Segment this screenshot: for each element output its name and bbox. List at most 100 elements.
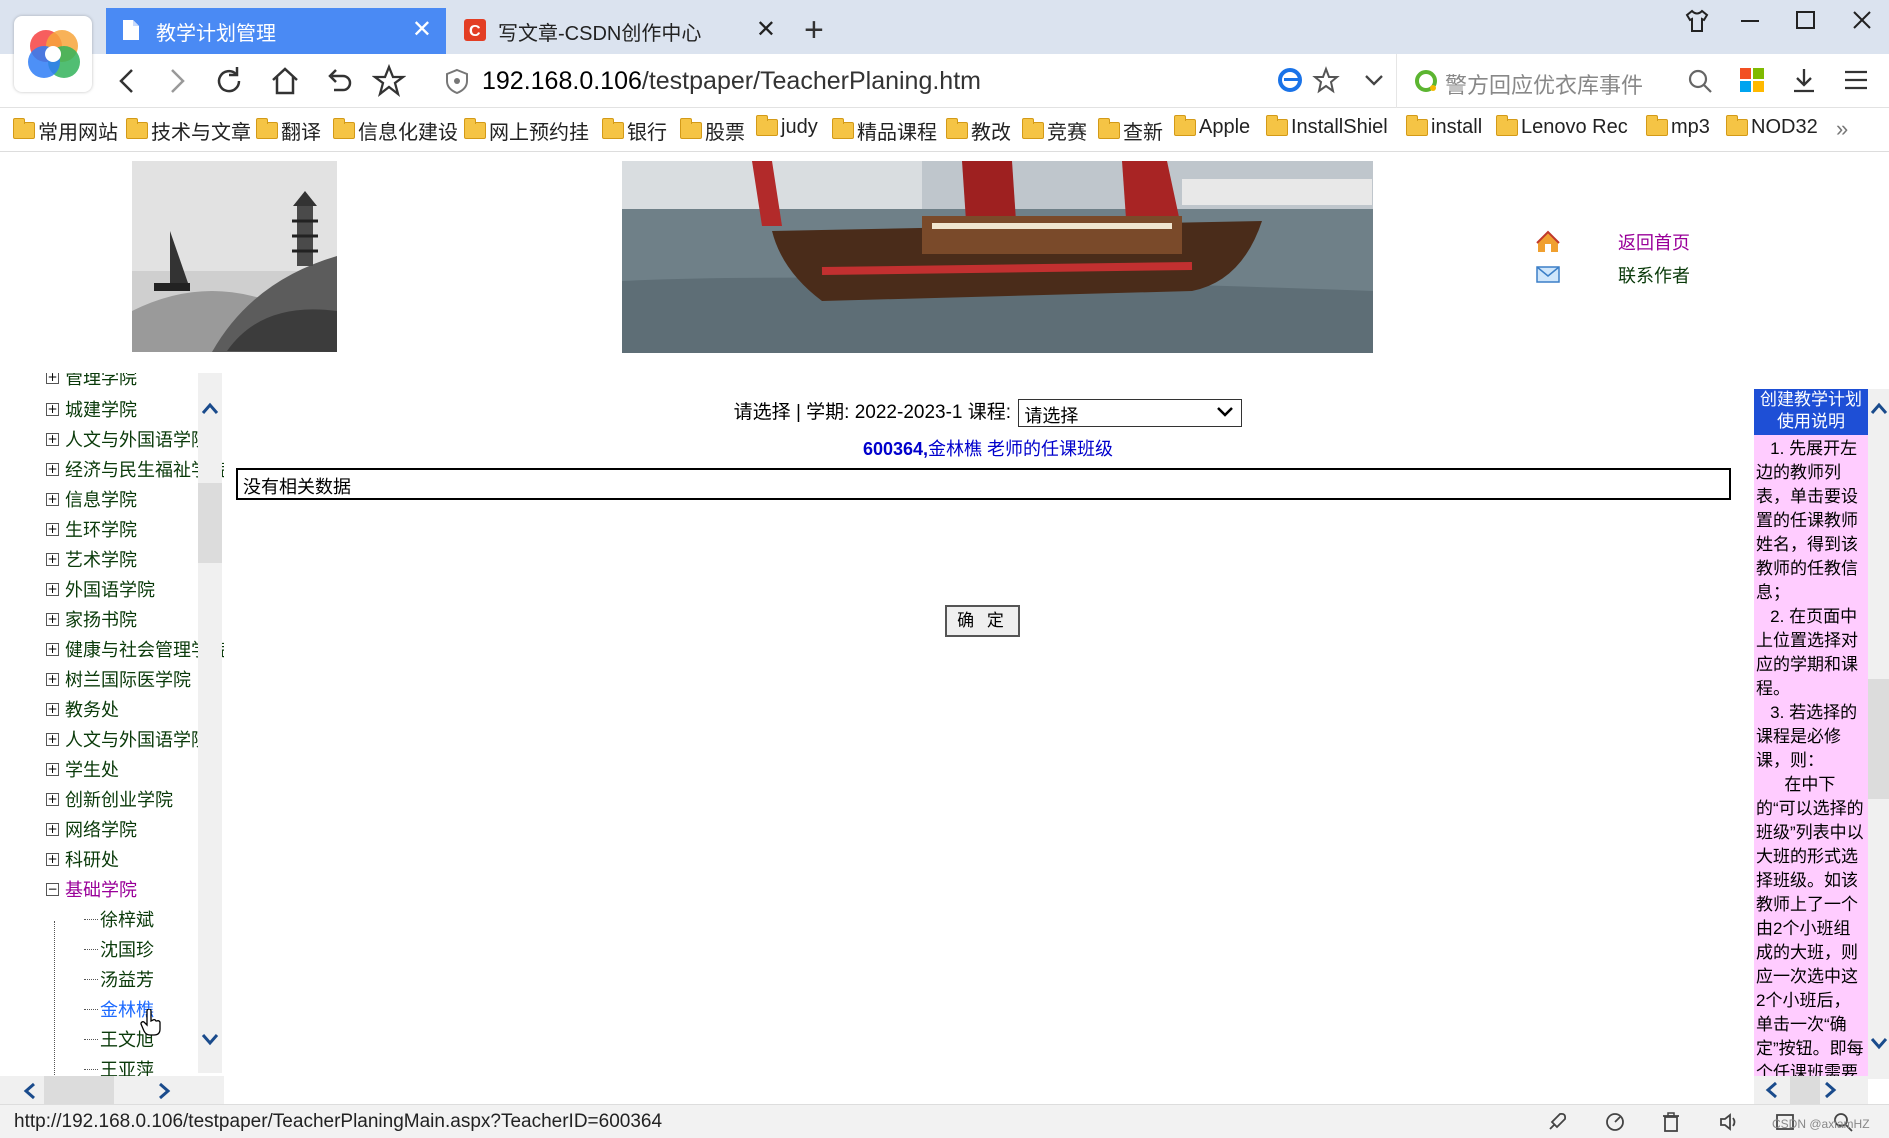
folder-icon [13,118,35,139]
tree-item-college[interactable]: + 树兰国际医学院 [46,667,191,691]
tree-item-teacher[interactable]: 汤益芳 [84,967,154,991]
menu-icon[interactable] [1842,66,1876,100]
chevron-down-icon [201,1034,219,1046]
left-horizontal-scrollbar[interactable] [0,1076,224,1106]
folder-icon [602,118,624,139]
tree-item-college[interactable]: + 艺术学院 [46,547,137,571]
browser-logo-icon[interactable] [14,16,92,92]
course-select[interactable]: 请选择 [1018,398,1243,427]
tree-item-college[interactable]: + 城建学院 [46,397,137,421]
home-icon[interactable] [268,64,302,98]
bookmark-folder[interactable]: 翻译 [256,116,321,145]
close-icon[interactable]: ✕ [756,17,776,43]
tree-item-college[interactable]: + 学生处 [46,757,119,781]
rocket-icon[interactable] [1546,1111,1568,1138]
scroll-thumb[interactable] [1868,679,1889,799]
bookmark-folder[interactable]: 查新 [1098,116,1163,145]
tree-item-teacher[interactable]: 沈国珍 [84,937,154,961]
bookmark-folder[interactable]: Apple [1174,115,1250,139]
bookmark-folder[interactable]: 精品课程 [832,116,937,145]
chevron-right-icon [159,1082,171,1100]
tab-csdn[interactable]: C 写文章-CSDN创作中心 ✕ [448,8,790,54]
folder-icon [1266,115,1288,136]
tree-item-college[interactable]: + 家扬书院 [46,607,137,631]
bookmark-folder[interactable]: 竞赛 [1022,116,1087,145]
teacher-tree-panel: + 管理学院 + 城建学院 + 人文与外国语学院 + 经济与民生福祉学院 + 信息学院 +… [0,373,224,1103]
chevron-up-icon [1870,402,1888,414]
bookmark-folder[interactable]: Lenovo Rec [1496,115,1628,139]
folder-icon [1496,115,1518,136]
undo-icon[interactable] [322,64,356,98]
security-shield-icon[interactable] [444,68,478,102]
forward-icon[interactable] [160,64,194,98]
tree-item-college[interactable]: + 管理学院 [46,373,137,389]
right-vertical-scrollbar[interactable] [1868,389,1889,1079]
hand-cursor-icon [140,1008,162,1042]
favorite-star-icon[interactable] [371,63,407,98]
bookmark-folder[interactable]: InstallShiel [1266,115,1388,139]
chevron-down-icon [1870,1038,1888,1050]
navigation-bar: 192.168.0.106/testpaper/TeacherPlaning.h… [0,54,1889,108]
tree-item-college[interactable]: + 科研处 [46,847,119,871]
search-input[interactable]: 警方回应优衣库事件 [1445,68,1643,100]
bookmark-star-icon[interactable] [1312,66,1346,100]
bookmark-folder[interactable]: 技术与文章 [126,116,251,145]
bookmark-folder[interactable]: install [1406,115,1482,139]
scroll-thumb[interactable] [1790,1076,1820,1104]
term-course-selector: 请选择 | 学期: 2022-2023-1 课程: 请选择 [224,397,1752,427]
bookmark-folder[interactable]: mp3 [1646,115,1710,139]
close-icon[interactable]: ✕ [412,17,432,43]
back-icon[interactable] [110,64,144,98]
folder-icon [1098,118,1120,139]
chevron-down-icon[interactable] [1360,66,1394,100]
contact-author-link[interactable]: 联系作者 [1618,262,1690,288]
bookmark-folder[interactable]: NOD32 [1726,115,1818,139]
confirm-button[interactable]: 确 定 [945,605,1020,637]
bookmark-folder[interactable]: 信息化建设 [333,116,458,145]
tab-bar: 教学计划管理 ✕ C 写文章-CSDN创作中心 ✕ + [0,0,1889,54]
svg-text:C: C [469,23,481,40]
ie-engine-icon[interactable] [1276,66,1310,100]
status-bar: http://192.168.0.106/testpaper/TeacherPl… [0,1104,1889,1138]
scroll-thumb[interactable] [198,483,222,563]
more-bookmarks-button[interactable]: » [1836,116,1848,142]
volume-icon[interactable] [1718,1111,1740,1138]
search-icon[interactable] [1687,68,1713,99]
tree-item-college[interactable]: + 教务处 [46,697,119,721]
left-vertical-scrollbar[interactable] [198,373,222,1073]
minimize-icon[interactable] [1738,8,1762,39]
tree-item-college[interactable]: + 人文与外国语学院 [46,427,209,451]
bookmark-folder[interactable]: 股票 [680,116,745,145]
tree-item-college[interactable]: + 信息学院 [46,487,137,511]
new-tab-button[interactable]: + [804,10,824,50]
tab-teaching-plan[interactable]: 教学计划管理 ✕ [106,8,446,54]
reload-icon[interactable] [212,64,246,98]
search-engine-icon [1413,68,1439,99]
tree-item-college-expanded[interactable]: − 基础学院 [46,877,137,901]
download-icon[interactable] [1790,66,1824,100]
trash-icon[interactable] [1660,1111,1682,1138]
tree-item-college[interactable]: + 生环学院 [46,517,137,541]
skin-icon[interactable] [1684,8,1710,41]
maximize-icon[interactable] [1794,8,1818,39]
folder-icon [1726,115,1748,136]
bookmark-folder[interactable]: 网上预约挂 [464,116,589,145]
close-window-icon[interactable] [1850,8,1874,39]
folder-icon [756,115,778,136]
tree-item-college[interactable]: + 网络学院 [46,817,137,841]
address-bar[interactable]: 192.168.0.106/testpaper/TeacherPlaning.h… [482,67,981,96]
bookmark-folder[interactable]: 常用网站 [13,116,118,145]
tree-item-college[interactable]: + 创新创业学院 [46,787,173,811]
tree-item-college[interactable]: + 外国语学院 [46,577,155,601]
right-horizontal-scrollbar[interactable] [1754,1076,1868,1104]
speed-icon[interactable] [1604,1111,1626,1138]
bookmark-folder[interactable]: 教改 [946,116,1011,145]
tree-item-teacher[interactable]: 徐梓斌 [84,907,154,931]
search-box[interactable]: 警方回应优衣库事件 [1396,54,1726,108]
bookmark-folder[interactable]: 银行 [602,116,667,145]
bookmark-folder[interactable]: judy [756,115,818,139]
tree-item-college[interactable]: + 人文与外国语学院 [46,727,209,751]
apps-icon[interactable] [1738,66,1772,100]
scroll-thumb[interactable] [44,1076,114,1106]
back-to-home-link[interactable]: 返回首页 [1618,229,1690,255]
